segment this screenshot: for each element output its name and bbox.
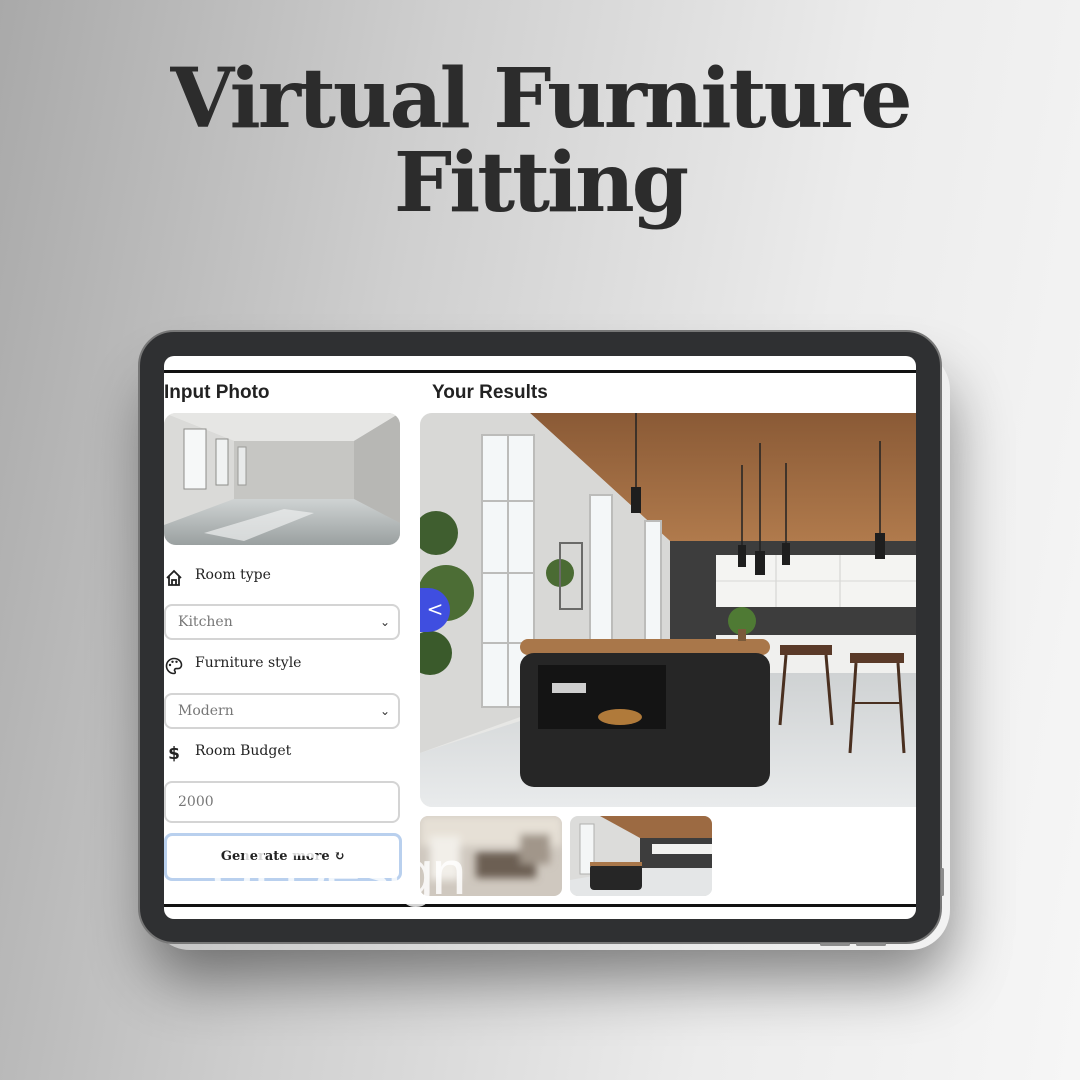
- furniture-style-select[interactable]: Modern ⌄: [164, 693, 400, 729]
- top-divider: [164, 370, 916, 373]
- headline-line-1: Virtual Furniture: [170, 51, 912, 147]
- chevron-down-icon: ⌄: [379, 704, 390, 718]
- palette-icon: [164, 656, 184, 676]
- furniture-style-label: Furniture style: [195, 655, 302, 671]
- room-budget-value: 2000: [178, 794, 214, 810]
- tablet-bottom-button: [820, 943, 850, 946]
- overlay-ui-design-text: UI Design: [210, 839, 466, 908]
- room-type-value: Kitchen: [178, 614, 233, 630]
- room-type-label: Room type: [195, 567, 271, 583]
- input-room-photo[interactable]: [164, 413, 400, 545]
- overlay-number-text: 001: [776, 839, 875, 908]
- home-icon: [164, 568, 184, 588]
- room-budget-label: Room Budget: [195, 743, 292, 759]
- result-kitchen-photo[interactable]: [420, 413, 916, 807]
- dollar-icon: $: [168, 744, 180, 764]
- tablet-bottom-button: [856, 943, 886, 946]
- result-thumbnail-2[interactable]: [570, 816, 712, 896]
- room-type-select[interactable]: Kitchen ⌄: [164, 604, 400, 640]
- tablet-side-button: [941, 868, 944, 896]
- results-title: Your Results: [432, 382, 548, 403]
- furniture-style-value: Modern: [178, 703, 234, 719]
- chevron-down-icon: ⌄: [379, 615, 390, 629]
- app-screen: Input Photo Your Results Room type Kitch…: [164, 356, 916, 919]
- room-budget-input[interactable]: 2000: [164, 781, 400, 823]
- headline-line-2: Fitting: [393, 135, 689, 231]
- input-photo-title: Input Photo: [164, 382, 270, 403]
